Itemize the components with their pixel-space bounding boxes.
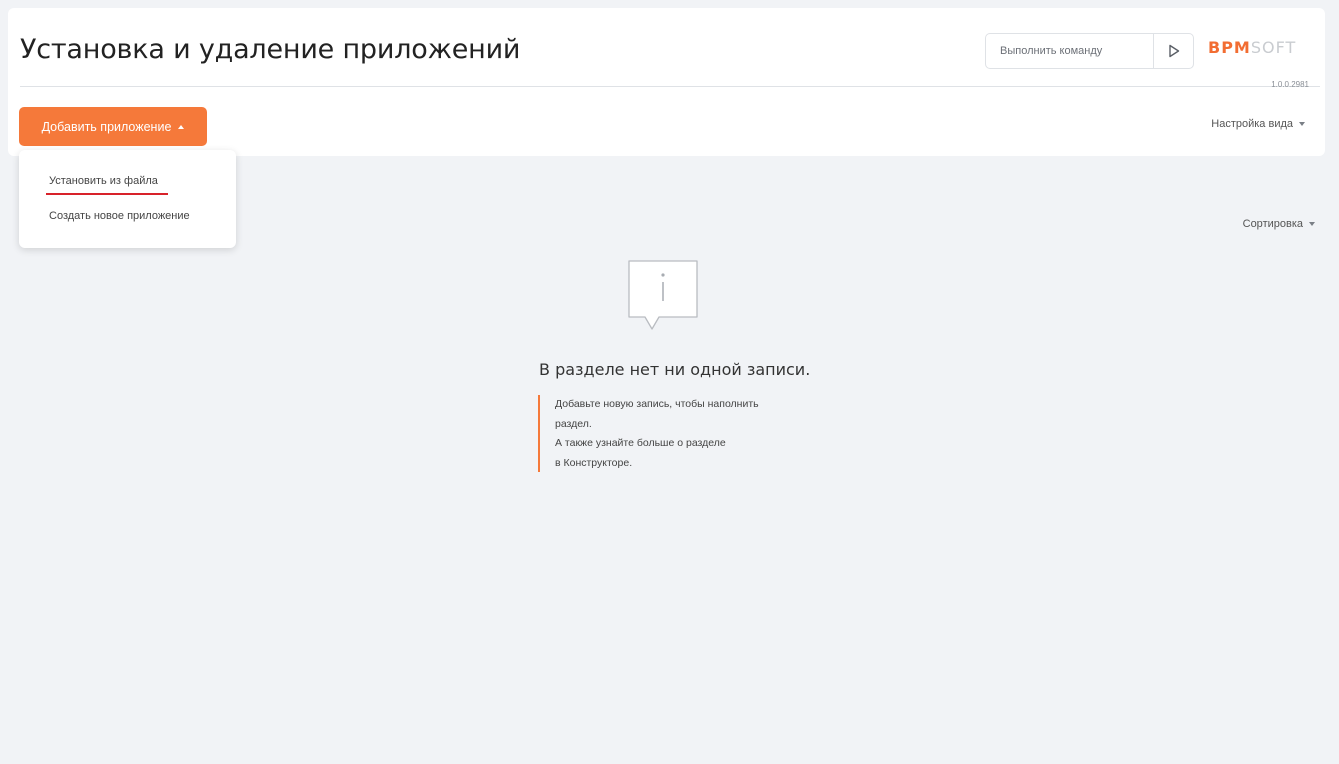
run-command-button[interactable] [1153,34,1193,68]
bpmsoft-logo: ВРМSOFT [1208,38,1297,57]
sort-button[interactable]: Сортировка [1243,218,1315,230]
page-title: Установка и удаление приложений [20,34,521,65]
empty-hint-line: Добавьте новую запись, чтобы наполнить [555,398,759,410]
empty-state-title: В разделе нет ни одной записи. [539,360,811,379]
empty-hint-line: в Конструкторе. [555,456,633,469]
version-label: 1.0.0.2981 [1271,80,1309,89]
menu-item-create-new-app[interactable]: Создать новое приложение [49,210,190,222]
view-settings-button[interactable]: Настройка вида [1211,118,1305,130]
caret-up-icon [178,124,185,129]
sort-label: Сортировка [1242,218,1303,230]
command-input[interactable] [986,34,1154,68]
caret-down-icon [1299,122,1305,126]
info-bubble-icon [628,260,698,330]
logo-part-1: ВРМ [1208,38,1251,57]
empty-hint-line: А также узнайте больше о разделе [555,437,726,449]
title-divider [20,86,1320,87]
caret-down-icon [1309,222,1315,226]
play-icon [1168,44,1179,58]
empty-state-hint: Добавьте новую запись, чтобы наполнить р… [538,395,798,472]
add-application-label: Добавить приложение [41,119,172,134]
add-application-menu: Установить из файла Создать новое прилож… [19,150,236,248]
view-settings-label: Настройка вида [1211,118,1293,130]
logo-part-2: SOFT [1250,38,1297,57]
highlight-underline [46,193,168,195]
empty-hint-line: раздел. [555,417,592,430]
command-box [985,33,1194,69]
page-header: Установка и удаление приложений ВРМSOFT … [8,8,1325,156]
add-application-button[interactable]: Добавить приложение [19,107,207,146]
app-page: Установка и удаление приложений ВРМSOFT … [0,0,1339,764]
menu-item-install-from-file[interactable]: Установить из файла [49,175,158,187]
